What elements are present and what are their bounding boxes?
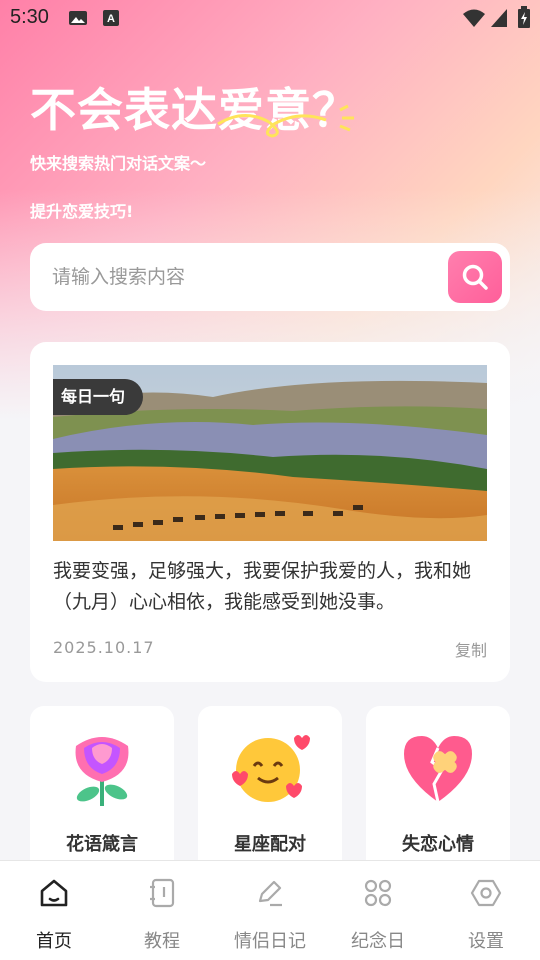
rose-icon [75,737,129,806]
anniversary-icon [364,879,392,907]
signal-icon [491,9,507,27]
svg-text:A: A [107,13,115,25]
tab-anniversary[interactable]: 纪念日 [324,861,432,960]
home-icon [40,879,68,907]
battery-icon [518,6,530,28]
category-label: 失恋心情 [402,834,474,855]
daily-landscape-image: 每日一句 [53,365,487,541]
search-button[interactable] [448,251,502,303]
search-bar [30,243,510,311]
tab-label: 情侣日记 [234,931,306,952]
love-emoji-icon [232,735,310,802]
category-label: 花语箴言 [66,834,138,855]
daily-quote-card[interactable]: 每日一句 我要变强，足够强大，我要保护我爱的人，我和她（九月）心心相依，我能感受… [30,342,510,682]
broken-heart-icon [404,736,472,803]
hero-subtitle-1: 快来搜索热门对话文案～ [30,154,207,173]
category-card-flower[interactable]: 花语箴言 [30,706,174,876]
status-bar: 5:30 A [0,0,540,36]
daily-badge: 每日一句 [53,379,144,415]
daily-quote-text: 我要变强，足够强大，我要保护我爱的人，我和她（九月）心心相依，我能感受到她没事。 [53,560,472,613]
copy-button[interactable]: 复制 [455,637,487,661]
bottom-tab-bar: 首页 教程 情侣日记 纪念日 设置 [0,860,540,960]
tab-settings[interactable]: 设置 [432,861,540,960]
diary-icon [258,880,282,907]
wifi-icon [463,9,485,27]
image-icon [69,11,87,25]
daily-date: 2025.10.17 [53,638,155,657]
category-card-breakup[interactable]: 失恋心情 [366,706,510,876]
tab-tutorial[interactable]: 教程 [108,861,216,960]
tab-label: 首页 [36,931,72,952]
tutorial-icon [150,878,175,908]
font-app-icon: A [103,10,119,26]
search-icon [462,264,488,290]
tab-home[interactable]: 首页 [0,861,108,960]
tab-label: 纪念日 [351,931,405,952]
category-label: 星座配对 [234,834,306,855]
hero-subtitle-2: 提升恋爱技巧! [30,202,134,221]
tab-diary[interactable]: 情侣日记 [216,861,324,960]
settings-icon [470,879,502,907]
squiggle-decoration [217,104,354,138]
tab-label: 设置 [468,931,504,952]
category-card-zodiac[interactable]: 星座配对 [198,706,342,876]
status-time: 5:30 [10,6,49,28]
search-input[interactable] [52,261,432,293]
tab-label: 教程 [144,931,180,952]
